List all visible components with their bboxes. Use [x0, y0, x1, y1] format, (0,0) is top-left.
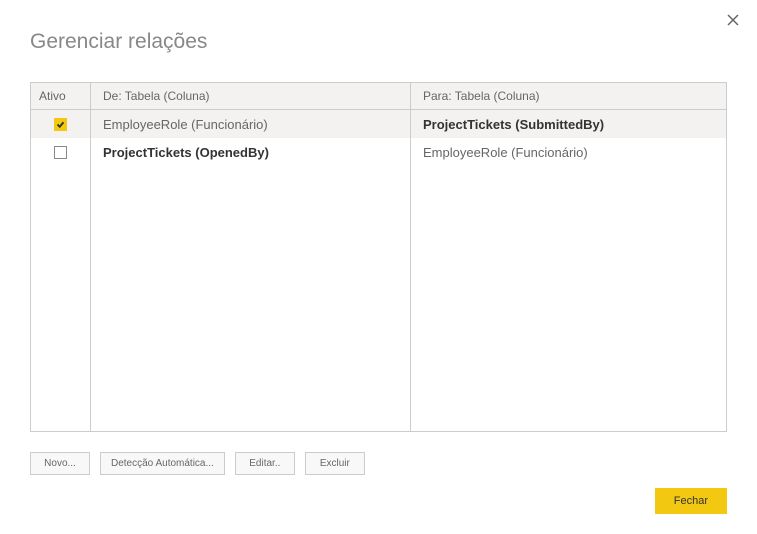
- table-row[interactable]: EmployeeRole (Funcionário) ProjectTicket…: [31, 110, 726, 138]
- action-buttons: Novo... Detecção Automática... Editar.. …: [30, 452, 727, 475]
- active-checkbox[interactable]: [54, 146, 67, 159]
- header-from: De: Tabela (Coluna): [91, 83, 411, 109]
- cell-to: EmployeeRole (Funcionário): [411, 138, 726, 166]
- cell-active: [31, 138, 91, 166]
- table-row[interactable]: ProjectTickets (OpenedBy) EmployeeRole (…: [31, 138, 726, 166]
- from-text: EmployeeRole (Funcionário): [103, 117, 268, 132]
- autodetect-button[interactable]: Detecção Automática...: [100, 452, 225, 475]
- to-text: EmployeeRole (Funcionário): [423, 145, 588, 160]
- close-button[interactable]: Fechar: [655, 488, 727, 514]
- header-to: Para: Tabela (Coluna): [411, 83, 726, 109]
- cell-from: ProjectTickets (OpenedBy): [91, 138, 411, 166]
- to-text: ProjectTickets (SubmittedBy): [423, 117, 604, 132]
- dialog-title: Gerenciar relações: [30, 30, 727, 54]
- edit-button[interactable]: Editar..: [235, 452, 295, 475]
- grid-empty-area: [31, 166, 726, 431]
- cell-active: [31, 110, 91, 138]
- header-active: Ativo: [31, 83, 91, 109]
- from-text: ProjectTickets (OpenedBy): [103, 145, 269, 160]
- close-icon[interactable]: [723, 10, 743, 30]
- active-checkbox[interactable]: [54, 118, 67, 131]
- manage-relationships-dialog: Gerenciar relações Ativo De: Tabela (Col…: [0, 0, 757, 534]
- cell-from: EmployeeRole (Funcionário): [91, 110, 411, 138]
- grid-rows: EmployeeRole (Funcionário) ProjectTicket…: [31, 110, 726, 166]
- cell-to: ProjectTickets (SubmittedBy): [411, 110, 726, 138]
- new-button[interactable]: Novo...: [30, 452, 90, 475]
- delete-button[interactable]: Excluir: [305, 452, 365, 475]
- dialog-footer: Fechar: [655, 488, 727, 514]
- relationships-grid: Ativo De: Tabela (Coluna) Para: Tabela (…: [30, 82, 727, 432]
- grid-header: Ativo De: Tabela (Coluna) Para: Tabela (…: [31, 83, 726, 110]
